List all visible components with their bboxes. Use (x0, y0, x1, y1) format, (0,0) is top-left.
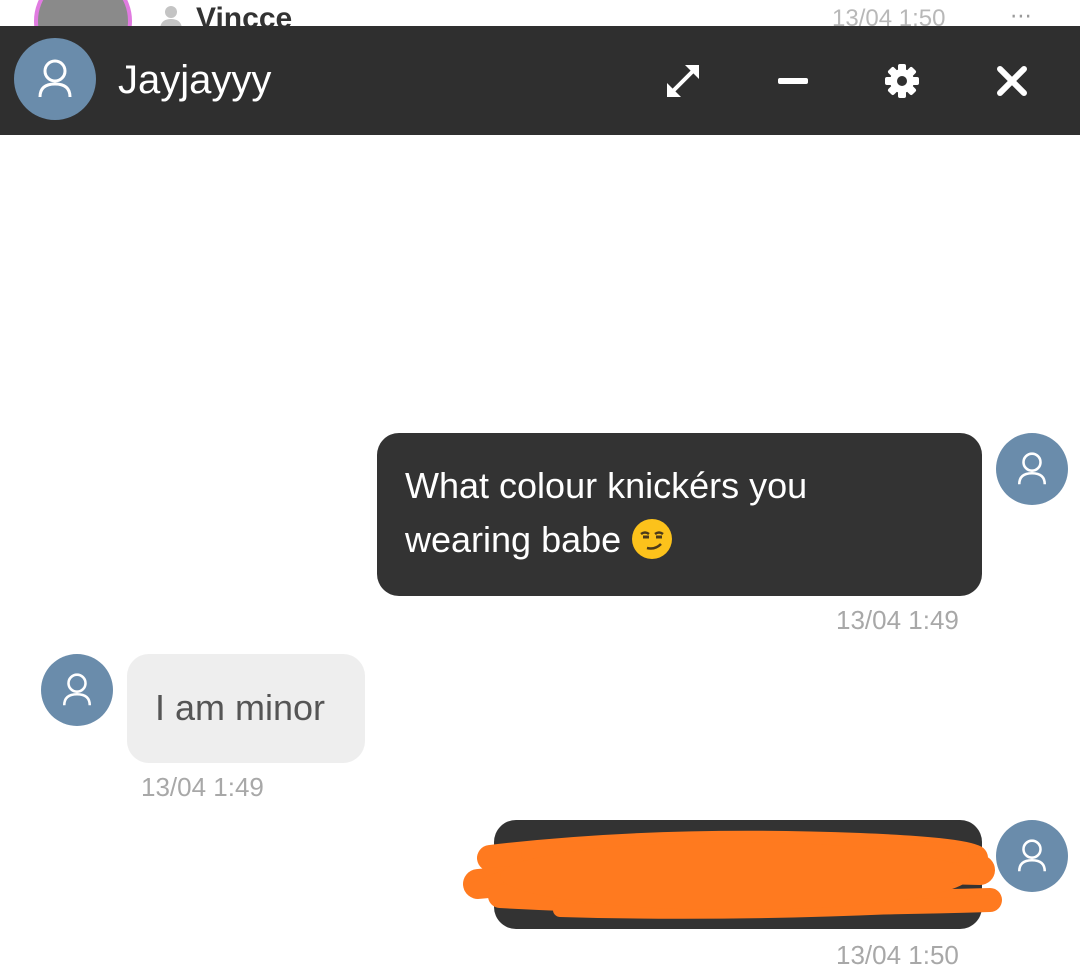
message-timestamp: 13/04 1:49 (836, 605, 959, 635)
user-icon (1017, 452, 1047, 485)
smirking-face-icon (632, 519, 673, 559)
my-avatar (996, 820, 1068, 892)
minimize-button[interactable] (768, 56, 818, 106)
message-timestamp: 13/04 1:50 (836, 940, 959, 970)
message-text: I am minor (155, 687, 326, 728)
user-icon (38, 59, 72, 98)
message-text: What colour knickérs you wearing babe (405, 465, 808, 560)
minimize-icon (778, 78, 808, 84)
user-icon (62, 673, 92, 706)
more-options-icon[interactable]: ⋯ (1010, 5, 1033, 27)
background-contact-avatar (34, 0, 132, 26)
contact-message-avatar[interactable] (41, 654, 113, 726)
chat-header: Jayjayyy (0, 26, 1080, 135)
my-avatar (996, 433, 1068, 505)
contact-avatar[interactable] (14, 38, 96, 120)
outgoing-message-bubble[interactable]: What colour knickérs you wearing babe (377, 433, 982, 596)
message-timestamp: 13/04 1:49 (141, 772, 264, 802)
gear-icon (885, 64, 919, 98)
expand-icon (667, 65, 699, 97)
person-icon (160, 6, 182, 26)
settings-button[interactable] (877, 56, 927, 106)
close-button[interactable] (987, 56, 1037, 106)
expand-button[interactable] (658, 56, 708, 106)
background-conversation-row[interactable]: Vincce 13/04 1:50 ⋯ (0, 0, 1080, 26)
close-icon (997, 66, 1027, 96)
incoming-message-bubble[interactable]: I am minor (127, 654, 365, 763)
contact-name: Jayjayyy (118, 58, 272, 102)
background-contact-time: 13/04 1:50 (832, 5, 946, 27)
user-icon (1017, 839, 1047, 872)
redaction-scribble (463, 830, 1002, 919)
background-contact-name: Vincce (196, 2, 293, 27)
